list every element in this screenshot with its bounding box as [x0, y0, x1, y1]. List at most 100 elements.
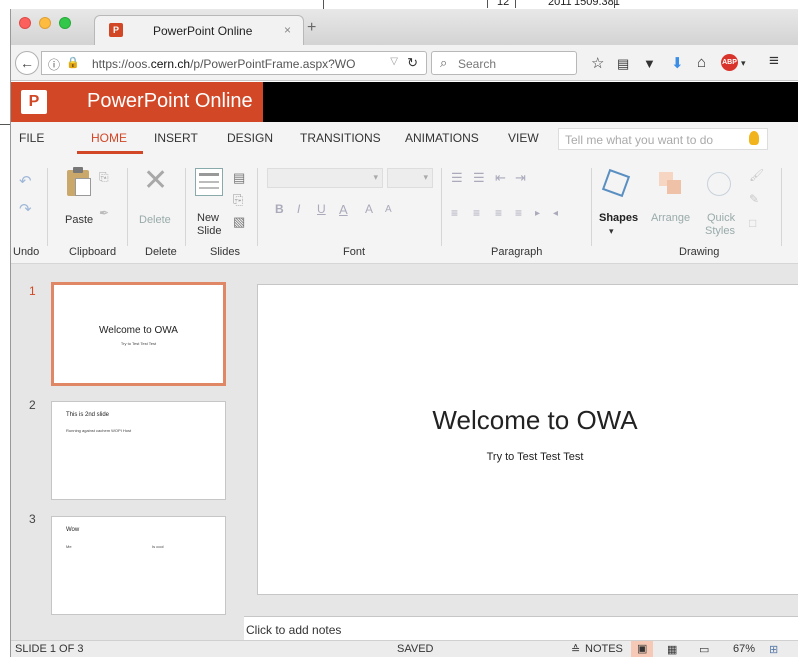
star-icon[interactable]: ☆: [591, 54, 604, 72]
maximize-window-icon[interactable]: [59, 17, 71, 29]
url-dropdown-icon[interactable]: ▽: [390, 56, 398, 67]
layout-icon[interactable]: ▤: [233, 170, 245, 186]
slideshow-icon[interactable]: ▭: [699, 643, 709, 656]
zoom-level[interactable]: 67%: [733, 643, 755, 655]
slide-number: 1: [29, 284, 36, 298]
pocket-icon[interactable]: ▼: [643, 56, 656, 71]
font-family-select[interactable]: ▾: [267, 168, 383, 188]
align-left-icon[interactable]: ≡: [451, 206, 458, 220]
bold-button[interactable]: B: [275, 202, 284, 216]
tab-transitions[interactable]: TRANSITIONS: [300, 131, 381, 145]
tab-close-icon[interactable]: ×: [284, 23, 291, 37]
group-divider: [781, 168, 782, 246]
shapes-button[interactable]: Shapes: [599, 212, 638, 224]
tab-home[interactable]: HOME: [91, 131, 127, 145]
undo-icon[interactable]: ↶: [19, 172, 32, 190]
group-label-undo: Undo: [13, 246, 40, 258]
shape-fill-icon[interactable]: 🖌: [749, 168, 764, 182]
new-slide-icon[interactable]: [195, 168, 223, 196]
back-button[interactable]: ←: [15, 51, 39, 75]
app-header: P PowerPoint Online: [11, 82, 798, 122]
align-right-icon[interactable]: ≡: [495, 206, 502, 220]
new-tab-button[interactable]: +: [307, 19, 316, 37]
app-brand[interactable]: P PowerPoint Online: [11, 82, 263, 122]
search-input[interactable]: ⌕ Search: [431, 51, 577, 75]
slide-thumbnail-1[interactable]: Welcome to OWA Try to Test Test Test: [51, 282, 226, 386]
italic-button[interactable]: I: [297, 202, 300, 216]
format-painter-icon[interactable]: ✒: [99, 206, 109, 220]
shapes-icon[interactable]: [601, 168, 631, 198]
slide-title[interactable]: Welcome to OWA: [258, 405, 798, 436]
arrange-button[interactable]: Arrange: [651, 212, 690, 224]
notes-toggle-icon[interactable]: ≙: [571, 643, 580, 656]
align-center-icon[interactable]: ≡: [473, 206, 480, 220]
menu-icon[interactable]: ≡: [769, 51, 779, 71]
underline-button[interactable]: U: [317, 202, 326, 216]
tab-file[interactable]: FILE: [19, 131, 44, 145]
decrease-indent-icon[interactable]: ⇤: [495, 170, 506, 186]
font-color-button[interactable]: A: [339, 202, 348, 217]
url-bar[interactable]: ⓘ 🔒 https://oos.cern.ch/p/PowerPointFram…: [41, 51, 427, 75]
group-label-clipboard: Clipboard: [69, 246, 117, 258]
new-slide-label[interactable]: New: [197, 212, 219, 224]
tab-insert[interactable]: INSERT: [154, 131, 198, 145]
thumb-subtitle: Try to Test Test Test: [120, 341, 157, 346]
justify-icon[interactable]: ≡: [515, 206, 522, 220]
paste-button[interactable]: Paste: [65, 214, 93, 226]
close-window-icon[interactable]: [19, 17, 31, 29]
reload-icon[interactable]: ↻: [407, 55, 418, 71]
arrange-icon-layer: [667, 180, 681, 194]
normal-view-button[interactable]: ▣: [631, 641, 653, 657]
search-icon: ⌕: [440, 55, 448, 70]
quick-styles-label[interactable]: Quick: [707, 212, 735, 224]
bullets-icon[interactable]: ☰: [451, 170, 463, 186]
quick-styles-label[interactable]: Styles: [705, 225, 735, 237]
thumb-title: Welcome to OWA: [99, 325, 178, 336]
slide-editing-pane: Welcome to OWA Try to Test Test Test Cli…: [244, 264, 798, 644]
slide-thumbnail-2[interactable]: This is 2nd slide Running against cachem…: [51, 401, 226, 500]
font-size-select[interactable]: ▾: [387, 168, 433, 188]
shapes-dropdown-icon[interactable]: ▾: [609, 226, 614, 237]
shape-outline-icon[interactable]: ✎: [749, 192, 759, 206]
copy-icon[interactable]: ⎘: [99, 170, 109, 185]
increase-indent-icon[interactable]: ⇥: [515, 170, 526, 186]
thumb-title: Wow: [66, 527, 80, 533]
grow-font-button[interactable]: A: [365, 202, 373, 216]
tell-me-input[interactable]: Tell me what you want to do: [558, 128, 768, 150]
duplicate-slide-icon[interactable]: ⎘: [233, 192, 243, 208]
adblock-icon[interactable]: ABP: [721, 54, 738, 71]
download-icon[interactable]: ⬇: [671, 54, 684, 72]
lock-icon: 🔒: [66, 57, 80, 69]
paste-icon[interactable]: [67, 167, 91, 196]
delete-button[interactable]: Delete: [139, 214, 171, 226]
info-icon[interactable]: ⓘ: [48, 56, 60, 73]
tell-me-placeholder: Tell me what you want to do: [565, 133, 714, 147]
slide-thumbnail-3[interactable]: Wow Me Is cool: [51, 516, 226, 615]
minimize-window-icon[interactable]: [39, 17, 51, 29]
ltr-icon[interactable]: ▸: [535, 208, 540, 219]
url-text: https://oos.cern.ch/p/PowerPointFrame.as…: [92, 57, 356, 71]
home-icon[interactable]: ⌂: [697, 54, 706, 71]
quick-styles-icon[interactable]: [707, 172, 731, 196]
fit-to-window-icon[interactable]: ⊞: [769, 643, 778, 656]
redo-icon[interactable]: ↷: [19, 200, 32, 218]
reading-list-icon[interactable]: ▤: [617, 56, 629, 72]
shrink-font-button[interactable]: A: [385, 204, 392, 215]
tab-view[interactable]: VIEW: [508, 131, 539, 145]
notes-toggle-button[interactable]: NOTES: [585, 643, 623, 655]
tab-animations[interactable]: ANIMATIONS: [405, 131, 479, 145]
browser-tab[interactable]: P PowerPoint Online ×: [94, 15, 304, 45]
tab-design[interactable]: DESIGN: [227, 131, 273, 145]
slide-subtitle[interactable]: Try to Test Test Test: [258, 451, 798, 463]
numbering-icon[interactable]: ☰: [473, 170, 485, 186]
current-slide[interactable]: Welcome to OWA Try to Test Test Test: [257, 284, 798, 595]
hide-slide-icon[interactable]: ▧: [233, 214, 245, 230]
group-divider: [185, 168, 186, 246]
adblock-dropdown-icon[interactable]: ▾: [741, 58, 746, 69]
new-slide-label[interactable]: Slide: [197, 225, 221, 237]
sheet-gridline: [515, 0, 516, 8]
reading-view-icon[interactable]: ▦: [667, 643, 677, 656]
rtl-icon[interactable]: ◂: [553, 208, 558, 219]
shape-effects-icon[interactable]: □: [749, 216, 756, 230]
delete-icon[interactable]: ✕: [143, 166, 168, 196]
